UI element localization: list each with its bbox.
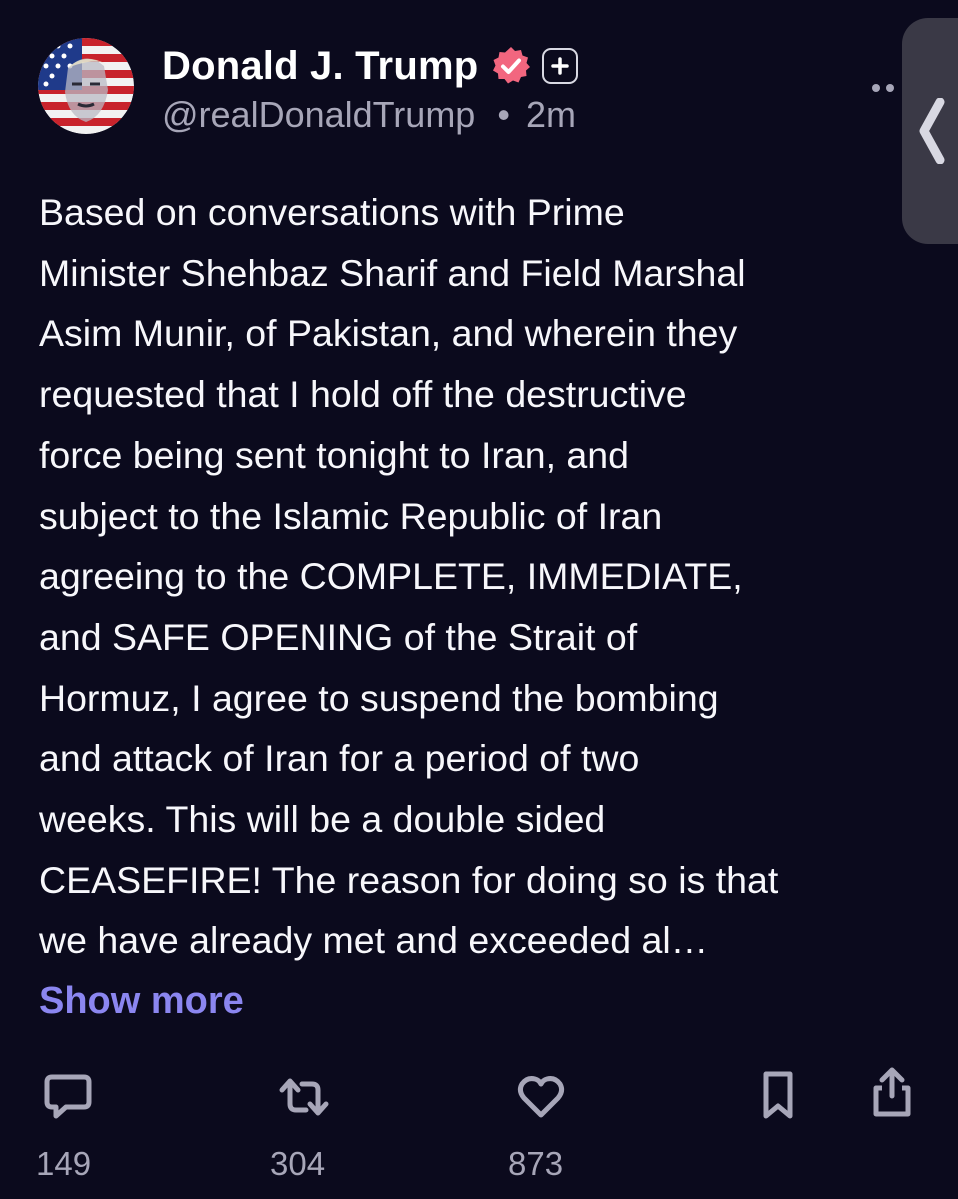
bookmark-button[interactable] (758, 1070, 798, 1122)
more-options-icon[interactable] (870, 78, 900, 98)
verified-badge-icon (490, 45, 532, 87)
author-handle-row: @realDonaldTrump • 2m (162, 94, 576, 136)
avatar[interactable] (38, 38, 134, 134)
bookmark-icon (763, 1071, 793, 1119)
author-handle[interactable]: @realDonaldTrump (162, 94, 475, 135)
show-more-link[interactable]: Show more (39, 972, 244, 1030)
post-view: Donald J. Trump @realDonaldTrump • 2m Ba… (0, 0, 958, 1199)
repost-count: 304 (270, 1145, 326, 1182)
like-button[interactable] (516, 1074, 566, 1120)
meta-separator: • (497, 94, 510, 135)
plus-badge-icon (542, 48, 579, 84)
share-button[interactable] (868, 1066, 916, 1120)
author-name-row: Donald J. Trump (162, 40, 579, 92)
reply-count: 149 (36, 1145, 92, 1182)
repost-button[interactable] (276, 1072, 332, 1122)
post-body-text: Based on conversations with Prime Minist… (39, 191, 779, 962)
heart-icon (517, 1076, 565, 1118)
repost-icon (279, 1078, 329, 1116)
share-icon (873, 1067, 911, 1117)
flag-portrait-avatar-icon (38, 38, 134, 134)
post-time-ago: 2m (525, 94, 576, 135)
author-display-name[interactable]: Donald J. Trump (162, 44, 478, 89)
reply-icon (44, 1074, 92, 1119)
reply-button[interactable] (42, 1072, 94, 1122)
chevron-left-icon (919, 98, 945, 164)
like-count: 873 (508, 1145, 564, 1182)
